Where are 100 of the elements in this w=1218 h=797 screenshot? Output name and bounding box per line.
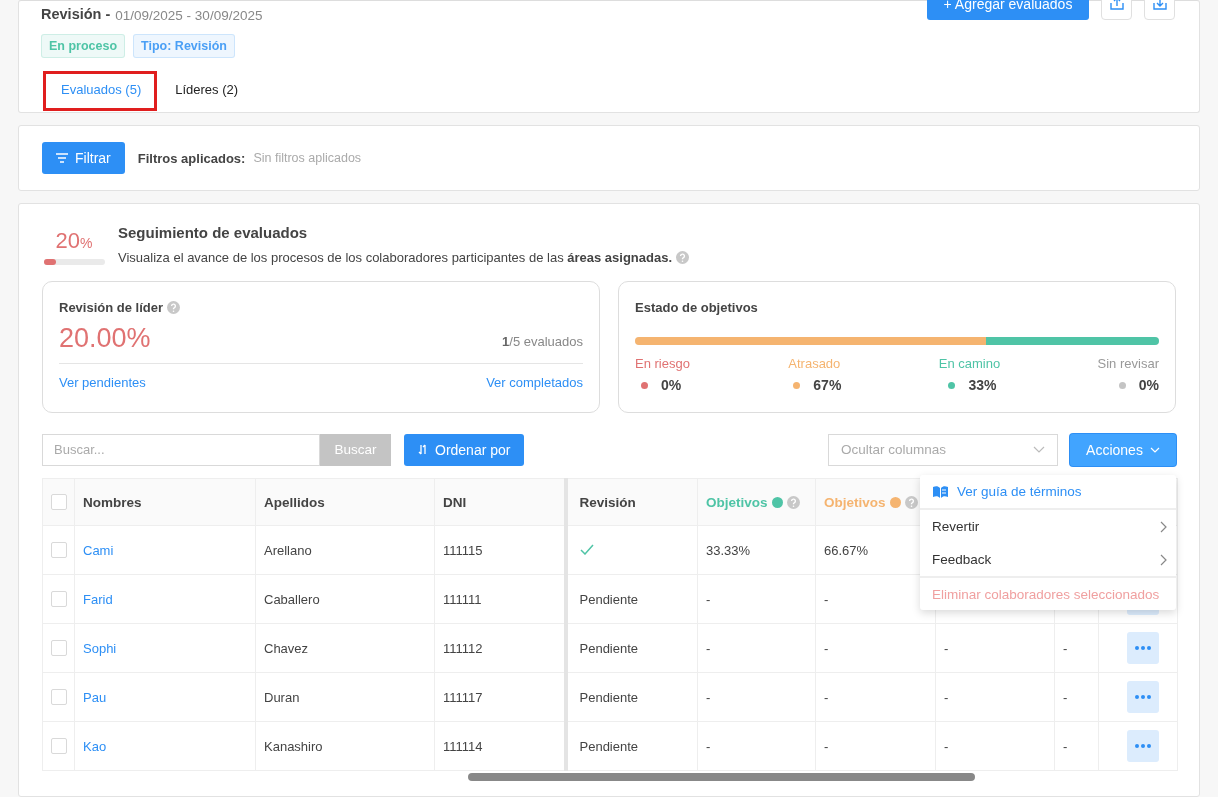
upload-icon: [1109, 0, 1124, 10]
actions-button[interactable]: Acciones: [1070, 433, 1176, 466]
sort-button[interactable]: Ordenar por: [404, 433, 525, 466]
link[interactable]: Ver pendientes: [59, 375, 146, 390]
checkbox[interactable]: [51, 494, 67, 510]
status-value: 0%: [661, 377, 682, 393]
chevron-right-icon: [1160, 553, 1167, 566]
checkbox[interactable]: [51, 738, 67, 754]
link[interactable]: Ver completados: [486, 375, 583, 390]
tab[interactable]: Líderes (2): [157, 71, 255, 111]
column-select[interactable]: Ocultar columnas: [828, 433, 1058, 466]
column-header: Nombres: [83, 494, 142, 510]
table-cell: Kanashiro: [264, 738, 323, 754]
name-link[interactable]: Cami: [83, 542, 114, 558]
table-cell: Caballero: [264, 591, 320, 607]
status-value: 33%: [968, 377, 997, 393]
table-cell: -: [824, 640, 829, 656]
table-cell: Chavez: [264, 640, 309, 656]
table-cell: -: [944, 689, 949, 705]
page-title: Revisión -: [41, 6, 111, 22]
table-cell: 111117: [443, 689, 483, 705]
table-cell: -: [706, 689, 711, 705]
card-title: Revisión de líder: [59, 300, 164, 315]
chevron-down-icon: [1033, 446, 1045, 453]
column-header: Objetivos: [824, 494, 886, 510]
table-cell: -: [1063, 738, 1068, 754]
date-range: 01/09/2025 - 30/09/2025: [115, 8, 263, 23]
status-value: 67%: [813, 377, 842, 393]
column-header: DNI: [443, 494, 467, 510]
section-description: Visualiza el avance de los procesos de los colaboradores participantes de las áreas asignadas.: [118, 250, 673, 265]
chevron-down-icon: [1149, 446, 1160, 453]
table-cell: -: [706, 738, 711, 754]
table-cell: -: [824, 738, 829, 754]
status-tag: Tipo: Revisión: [133, 34, 235, 58]
column-header: Objetivos: [706, 494, 768, 510]
checkbox[interactable]: [51, 591, 67, 607]
table-cell: -: [824, 689, 829, 705]
table-cell: 111111: [443, 591, 482, 607]
filter-button[interactable]: Filtrar: [42, 142, 125, 174]
status-label: Atrasado: [788, 356, 841, 371]
evaluated-count: 1/5 evaluados: [502, 334, 583, 349]
name-link[interactable]: Kao: [83, 738, 107, 754]
table-cell: 33.33%: [706, 542, 751, 558]
filter-value: Sin filtros aplicados: [253, 151, 362, 165]
status-label: En riesgo: [635, 356, 690, 371]
menu-item[interactable]: Feedback: [920, 543, 1176, 576]
menu-item[interactable]: Eliminar colaboradores seleccionados: [920, 576, 1176, 610]
status-tag: En proceso: [41, 34, 126, 58]
table-cell: -: [824, 591, 829, 607]
column-header: Apellidos: [264, 494, 325, 510]
table-cell: -: [1063, 640, 1068, 656]
table-cell: Pendiente: [579, 591, 639, 607]
filter-label: Filtros aplicados:: [137, 150, 246, 166]
more-button[interactable]: [1127, 681, 1159, 713]
table-cell: 111115: [443, 542, 483, 558]
table-cell: Pendiente: [579, 689, 639, 705]
table-cell: Pendiente: [579, 640, 639, 656]
progress-percent: 20%: [54, 228, 94, 254]
sort-icon: [418, 444, 428, 455]
status-label: Sin revisar: [1097, 356, 1159, 371]
checkbox[interactable]: [51, 542, 67, 558]
more-icon: [1135, 646, 1151, 650]
more-icon: [1135, 744, 1151, 748]
table-cell: -: [1063, 689, 1068, 705]
checkbox[interactable]: [51, 689, 67, 705]
section-title: Seguimiento de evaluados: [118, 224, 309, 241]
table-cell: Duran: [264, 689, 300, 705]
search-button[interactable]: Buscar: [320, 433, 391, 466]
search-field[interactable]: Buscar...: [42, 433, 320, 466]
review-percent: 20.00%: [59, 323, 151, 354]
table-cell: -: [706, 640, 711, 656]
help-icon: [676, 251, 690, 264]
download-icon: [1152, 0, 1167, 10]
status-value: 0%: [1138, 377, 1159, 393]
menu-item[interactable]: Ver guía de términos: [920, 475, 1176, 510]
name-link[interactable]: Farid: [83, 591, 113, 607]
table-cell: 111112: [443, 640, 483, 656]
scrollbar[interactable]: [468, 773, 975, 781]
more-button[interactable]: [1127, 632, 1159, 664]
table-cell: 66.67%: [824, 542, 869, 558]
table-cell: -: [944, 640, 949, 656]
menu-item[interactable]: Revertir: [920, 510, 1176, 543]
more-button[interactable]: [1127, 730, 1159, 762]
help-icon: [167, 301, 181, 314]
filter-icon: [56, 153, 68, 163]
tab[interactable]: Evaluados (5): [43, 71, 158, 111]
column-header: Revisión: [579, 494, 636, 510]
book-icon: [932, 484, 949, 499]
table-cell: Arellano: [264, 542, 312, 558]
checkbox[interactable]: [51, 640, 67, 656]
name-link[interactable]: Pau: [83, 689, 107, 705]
table-cell: 111114: [443, 738, 483, 754]
table-cell: Pendiente: [579, 738, 639, 754]
chevron-right-icon: [1160, 520, 1167, 533]
card-title: Estado de objetivos: [635, 300, 759, 315]
status-label: En camino: [938, 356, 1001, 371]
table-cell: -: [944, 738, 949, 754]
more-icon: [1135, 695, 1151, 699]
name-link[interactable]: Sophi: [83, 640, 117, 656]
table-cell: -: [706, 591, 711, 607]
